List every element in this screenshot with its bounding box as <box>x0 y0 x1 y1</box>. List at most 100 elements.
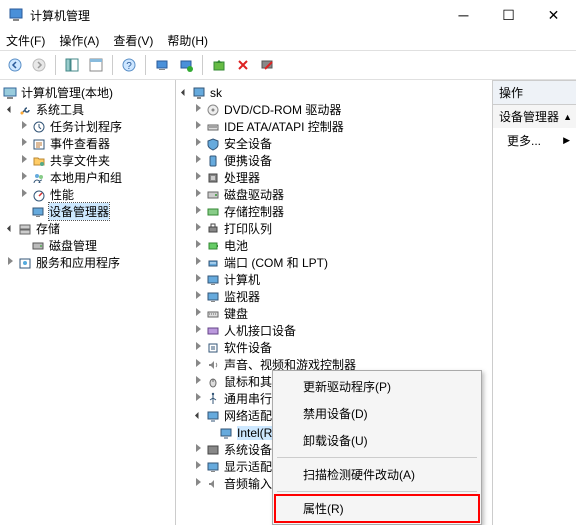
menu-file[interactable]: 文件(F) <box>6 32 45 49</box>
disk-category[interactable]: 磁盘驱动器 <box>224 186 284 203</box>
scan-hardware-button[interactable] <box>151 54 173 76</box>
device-root[interactable]: sk <box>210 86 222 100</box>
services-apps[interactable]: 服务和应用程序 <box>36 254 120 271</box>
expand-icon[interactable] <box>192 444 204 455</box>
expand-icon[interactable] <box>18 155 30 166</box>
actions-more[interactable]: 更多... ▶ <box>493 128 576 153</box>
expand-icon[interactable] <box>192 291 204 302</box>
expand-icon[interactable] <box>192 325 204 336</box>
expand-icon[interactable] <box>192 308 204 319</box>
usb-icon <box>205 391 221 407</box>
actions-more-label: 更多... <box>507 132 541 149</box>
expand-icon[interactable] <box>192 104 204 115</box>
menu-view[interactable]: 查看(V) <box>113 32 153 49</box>
event-icon <box>31 136 47 152</box>
keyboard-category[interactable]: 键盘 <box>224 305 248 322</box>
system-tools[interactable]: 系统工具 <box>36 101 84 118</box>
title-bar: 计算机管理 ─ ☐ ✕ <box>0 0 576 30</box>
expand-icon[interactable] <box>192 189 204 200</box>
expand-icon[interactable] <box>192 461 204 472</box>
add-hardware-button[interactable] <box>175 54 197 76</box>
properties-toolbar-button[interactable] <box>85 54 107 76</box>
expand-icon[interactable] <box>18 172 30 183</box>
back-button[interactable] <box>4 54 26 76</box>
computer-mgmt-icon <box>2 85 18 101</box>
com-lpt-category[interactable]: 端口 (COM 和 LPT) <box>224 254 328 271</box>
actions-section[interactable]: 设备管理器 ▲ <box>493 105 576 128</box>
device-tree[interactable]: sk DVD/CD-ROM 驱动器 IDE ATA/ATAPI 控制器 安全设备… <box>176 80 493 525</box>
expand-icon[interactable] <box>192 257 204 268</box>
expand-icon[interactable] <box>192 376 204 387</box>
forward-button[interactable] <box>28 54 50 76</box>
expand-icon[interactable] <box>192 274 204 285</box>
shared-folders[interactable]: 共享文件夹 <box>50 152 110 169</box>
cpu-category[interactable]: 处理器 <box>224 169 260 186</box>
ide-category[interactable]: IDE ATA/ATAPI 控制器 <box>224 118 344 135</box>
actions-header: 操作 <box>493 80 576 105</box>
disable-toolbar-button[interactable] <box>256 54 278 76</box>
console-tree[interactable]: 计算机管理(本地) 系统工具 任务计划程序 事件查看器 共享文件夹 本地用户和组… <box>0 80 176 525</box>
storage-ctrl-category[interactable]: 存储控制器 <box>224 203 284 220</box>
expand-icon[interactable] <box>18 189 30 200</box>
expand-icon[interactable] <box>192 172 204 183</box>
show-hide-tree-button[interactable] <box>61 54 83 76</box>
expand-icon[interactable] <box>4 257 16 268</box>
display-icon <box>205 459 221 475</box>
print-queue-category[interactable]: 打印队列 <box>224 220 272 237</box>
expand-icon[interactable] <box>192 478 204 489</box>
menu-action[interactable]: 操作(A) <box>59 32 99 49</box>
expand-icon[interactable] <box>192 240 204 251</box>
monitor-category[interactable]: 监视器 <box>224 288 260 305</box>
hid-category[interactable]: 人机接口设备 <box>224 322 296 339</box>
portable-category[interactable]: 便携设备 <box>224 152 272 169</box>
event-viewer[interactable]: 事件查看器 <box>50 135 110 152</box>
clock-icon <box>31 119 47 135</box>
system-dev-category[interactable]: 系统设备 <box>224 441 272 458</box>
system-dev-icon <box>205 442 221 458</box>
performance-icon <box>31 187 47 203</box>
ctx-update-driver[interactable]: 更新驱动程序(P) <box>275 373 479 400</box>
expand-icon[interactable] <box>192 393 204 404</box>
expand-icon[interactable] <box>192 359 204 370</box>
expand-icon[interactable] <box>192 206 204 217</box>
tree-root[interactable]: 计算机管理(本地) <box>21 84 113 101</box>
expand-icon[interactable] <box>4 223 16 234</box>
close-button[interactable]: ✕ <box>531 0 576 30</box>
expand-icon[interactable] <box>192 342 204 353</box>
expand-icon[interactable] <box>192 155 204 166</box>
collapse-icon[interactable]: ▲ <box>563 112 572 122</box>
computer-category[interactable]: 计算机 <box>224 271 260 288</box>
maximize-button[interactable]: ☐ <box>486 0 531 30</box>
battery-category[interactable]: 电池 <box>224 237 248 254</box>
menu-help[interactable]: 帮助(H) <box>167 32 208 49</box>
performance[interactable]: 性能 <box>50 186 74 203</box>
expand-icon[interactable] <box>192 223 204 234</box>
expand-icon[interactable] <box>192 410 204 421</box>
task-scheduler[interactable]: 任务计划程序 <box>50 118 122 135</box>
ctx-properties[interactable]: 属性(R) <box>275 495 479 522</box>
uninstall-toolbar-button[interactable] <box>232 54 254 76</box>
device-manager[interactable]: 设备管理器 <box>49 203 109 220</box>
minimize-button[interactable]: ─ <box>441 0 486 30</box>
storage[interactable]: 存储 <box>36 220 60 237</box>
window-title: 计算机管理 <box>30 7 441 24</box>
expand-icon[interactable] <box>18 138 30 149</box>
expand-icon[interactable] <box>192 138 204 149</box>
disk-management[interactable]: 磁盘管理 <box>49 237 97 254</box>
security-category[interactable]: 安全设备 <box>224 135 272 152</box>
update-driver-toolbar-button[interactable] <box>208 54 230 76</box>
software-category[interactable]: 软件设备 <box>224 339 272 356</box>
ctx-uninstall[interactable]: 卸载设备(U) <box>275 427 479 454</box>
expand-icon[interactable] <box>178 87 190 98</box>
help-toolbar-button[interactable]: ? <box>118 54 140 76</box>
ctx-scan-hw[interactable]: 扫描检测硬件改动(A) <box>275 461 479 488</box>
expand-icon[interactable] <box>18 121 30 132</box>
services-icon <box>17 255 33 271</box>
ctx-disable[interactable]: 禁用设备(D) <box>275 400 479 427</box>
storage-icon <box>17 221 33 237</box>
dvd-category[interactable]: DVD/CD-ROM 驱动器 <box>224 101 341 118</box>
local-users[interactable]: 本地用户和组 <box>50 169 122 186</box>
context-menu: 更新驱动程序(P) 禁用设备(D) 卸载设备(U) 扫描检测硬件改动(A) 属性… <box>272 370 482 525</box>
expand-icon[interactable] <box>4 104 16 115</box>
expand-icon[interactable] <box>192 121 204 132</box>
